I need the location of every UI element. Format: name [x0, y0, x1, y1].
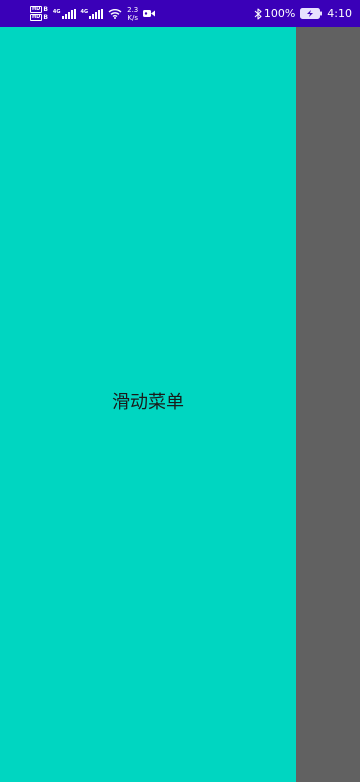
wifi-icon — [108, 9, 122, 19]
sim1-network-label: 4G — [52, 8, 61, 15]
hd-indicators: HD B HD B — [30, 6, 48, 21]
video-camera-icon — [143, 10, 156, 17]
battery-charging-icon — [300, 8, 323, 19]
sim2-network-label: 4G — [80, 8, 89, 15]
hd-voice-badge-2: HD B — [30, 14, 48, 21]
drawer-scrim[interactable] — [296, 27, 360, 782]
battery-percent: 100% — [263, 7, 296, 20]
hd-label: HD — [30, 14, 43, 21]
network-speed-unit: K/s — [127, 13, 138, 22]
drawer-title: 滑动菜单 — [112, 391, 184, 413]
sim1-signal: 4G — [52, 8, 76, 19]
network-speed: 2.3 K/s — [127, 6, 138, 22]
navigation-drawer[interactable]: 滑动菜单 — [0, 27, 296, 782]
status-bar: HD B HD B 4G 4G 2.3 K/s 100% 4:10 — [0, 0, 360, 27]
network-speed-value: 2.3 — [127, 5, 139, 14]
signal-bars-icon — [89, 8, 104, 19]
signal-bars-icon — [61, 8, 76, 19]
hd-voice-badge-1: HD B — [30, 6, 48, 13]
status-bar-right: 100% 4:10 — [254, 0, 352, 27]
hd-label: HD — [30, 6, 43, 13]
hd-sub: B — [43, 6, 48, 13]
sim2-signal: 4G — [80, 8, 104, 19]
status-bar-left: HD B HD B 4G 4G 2.3 K/s — [30, 0, 156, 27]
screen: HD B HD B 4G 4G 2.3 K/s 100% 4:10 滑动菜单 — [0, 0, 360, 782]
clock-time: 4:10 — [327, 7, 352, 20]
hd-sub: B — [43, 14, 48, 21]
bluetooth-icon — [254, 7, 262, 20]
